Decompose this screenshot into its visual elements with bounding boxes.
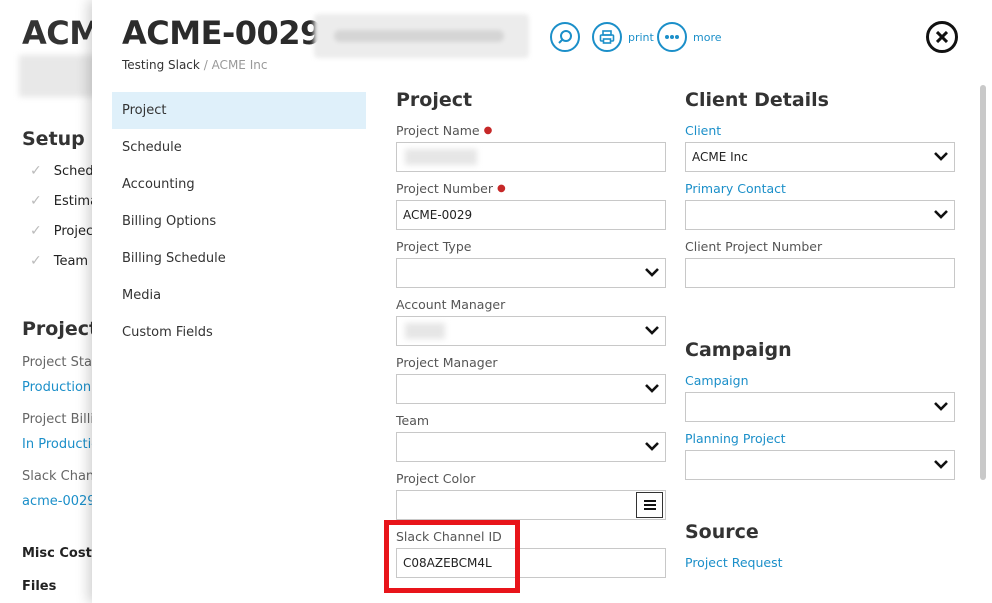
campaign-select[interactable] [685, 392, 955, 422]
background-setup-item: ✓ Projec [30, 223, 94, 239]
project-type-label: Project Type [396, 239, 472, 254]
chevron-down-icon [934, 152, 948, 161]
check-icon: ✓ [30, 253, 42, 269]
client-project-number-input[interactable] [685, 258, 955, 288]
required-indicator: ● [496, 183, 506, 194]
background-status-link[interactable]: Production [22, 380, 91, 395]
hamburger-icon [643, 500, 656, 510]
client-link[interactable]: Client [685, 122, 955, 142]
project-modal: ACME-0029 - Testing Slack / ACME Inc pri… [92, 0, 992, 603]
project-manager-select[interactable] [396, 374, 666, 404]
breadcrumb-separator: / [203, 58, 208, 72]
client-select[interactable]: ACME Inc [685, 142, 955, 172]
breadcrumb-project: Testing Slack [122, 58, 200, 72]
project-name-label: Project Name ● [396, 123, 493, 138]
background-files[interactable]: Files [22, 579, 56, 594]
required-indicator: ● [483, 125, 493, 136]
campaign-link[interactable]: Campaign [685, 372, 955, 392]
client-details-section: Client Details Client ACME Inc Primary C… [685, 88, 955, 574]
nav-item-schedule[interactable]: Schedule [112, 129, 366, 166]
close-icon [936, 31, 948, 43]
check-icon: ✓ [30, 163, 42, 179]
search-icon [550, 22, 580, 52]
client-select-value: ACME Inc [692, 150, 748, 164]
scrollbar[interactable] [980, 85, 986, 480]
project-color-label: Project Color [396, 471, 476, 486]
modal-sidebar-nav: Project Schedule Accounting Billing Opti… [112, 92, 366, 351]
project-manager-label: Project Manager [396, 355, 498, 370]
team-label: Team [396, 413, 430, 428]
client-project-number-label: Client Project Number [685, 239, 823, 254]
planning-project-link[interactable]: Planning Project [685, 430, 955, 450]
print-label: print [628, 30, 654, 44]
slack-channel-highlight [384, 520, 520, 593]
background-setup-item: ✓ Team [30, 253, 89, 269]
background-billing-label: Project Billin [22, 412, 103, 427]
project-section-heading: Project [396, 89, 473, 111]
printer-icon [592, 22, 622, 52]
project-section: Project Project Name ● Project Number ● AC… [396, 88, 666, 586]
planning-project-select[interactable] [685, 450, 955, 480]
nav-item-billing-options[interactable]: Billing Options [112, 203, 366, 240]
background-redacted-block [19, 55, 99, 97]
breadcrumb: Testing Slack / ACME Inc [122, 58, 267, 72]
project-request-link[interactable]: Project Request [685, 554, 955, 574]
project-type-select[interactable] [396, 258, 666, 288]
project-number-label: Project Number ● [396, 181, 506, 196]
breadcrumb-client[interactable]: ACME Inc [212, 58, 268, 72]
project-number-input[interactable]: ACME-0029 [396, 200, 666, 230]
project-name-input[interactable] [396, 142, 666, 172]
search-button[interactable] [550, 22, 580, 52]
chevron-down-icon [645, 384, 659, 393]
print-button[interactable]: print [592, 22, 654, 52]
nav-item-custom-fields[interactable]: Custom Fields [112, 314, 366, 351]
check-icon: ✓ [30, 223, 42, 239]
background-setup-item: ✓ Sched [30, 163, 94, 179]
nav-item-billing-schedule[interactable]: Billing Schedule [112, 240, 366, 277]
primary-contact-link[interactable]: Primary Contact [685, 180, 955, 200]
chevron-down-icon [934, 402, 948, 411]
chevron-down-icon [645, 326, 659, 335]
more-label: more [693, 30, 722, 44]
nav-item-media[interactable]: Media [112, 277, 366, 314]
source-heading: Source [685, 521, 759, 543]
chevron-down-icon [934, 210, 948, 219]
account-manager-select[interactable] [396, 316, 666, 346]
background-misc-costs[interactable]: Misc Costs [22, 546, 100, 561]
client-details-heading: Client Details [685, 89, 829, 111]
more-icon [657, 22, 687, 52]
redacted-project-name [314, 14, 529, 58]
more-button[interactable]: more [657, 22, 722, 52]
team-select[interactable] [396, 432, 666, 462]
check-icon: ✓ [30, 193, 42, 209]
chevron-down-icon [645, 268, 659, 277]
account-manager-label: Account Manager [396, 297, 506, 312]
nav-item-accounting[interactable]: Accounting [112, 166, 366, 203]
background-setup-item: ✓ Estima [30, 193, 99, 209]
redacted-value [405, 323, 445, 339]
redacted-value [405, 149, 477, 165]
color-picker-button[interactable] [636, 492, 663, 518]
chevron-down-icon [934, 460, 948, 469]
close-button[interactable] [926, 21, 958, 53]
modal-title: ACME-0029 - [122, 14, 346, 52]
campaign-heading: Campaign [685, 339, 792, 361]
background-title: ACM [22, 14, 101, 52]
background-setup-heading: Setup [22, 128, 85, 150]
nav-item-project[interactable]: Project [112, 92, 366, 129]
chevron-down-icon [645, 442, 659, 451]
primary-contact-select[interactable] [685, 200, 955, 230]
project-color-input[interactable] [396, 490, 666, 520]
